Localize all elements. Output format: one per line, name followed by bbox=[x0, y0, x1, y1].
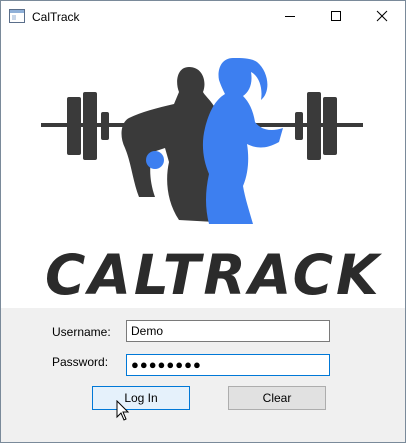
app-icon bbox=[9, 9, 25, 23]
title-bar[interactable]: CalTrack bbox=[1, 1, 405, 32]
close-button[interactable] bbox=[359, 1, 405, 31]
password-mask: ●●●●●●●● bbox=[131, 357, 202, 372]
password-label: Password: bbox=[52, 355, 109, 369]
minimize-icon bbox=[285, 16, 295, 17]
minimize-button[interactable] bbox=[267, 1, 313, 31]
fitness-logo-icon bbox=[41, 58, 363, 224]
clear-button[interactable]: Clear bbox=[228, 386, 326, 410]
mouse-cursor-icon bbox=[116, 400, 130, 421]
username-label: Username: bbox=[52, 325, 111, 339]
password-input[interactable]: ●●●●●●●● bbox=[126, 354, 330, 376]
app-window: CalTrack CALTRACK Username: Demo Passwor… bbox=[0, 0, 406, 443]
maximize-button[interactable] bbox=[313, 1, 359, 31]
logo-banner: CALTRACK bbox=[1, 32, 405, 308]
login-form: Username: Demo Password: ●●●●●●●● Log In… bbox=[1, 308, 405, 442]
maximize-icon bbox=[331, 11, 341, 21]
close-icon bbox=[376, 10, 388, 22]
username-input[interactable]: Demo bbox=[126, 320, 330, 342]
login-button[interactable]: Log In bbox=[92, 386, 190, 410]
logo-wordmark: CALTRACK bbox=[45, 245, 382, 305]
window-title: CalTrack bbox=[32, 10, 80, 24]
